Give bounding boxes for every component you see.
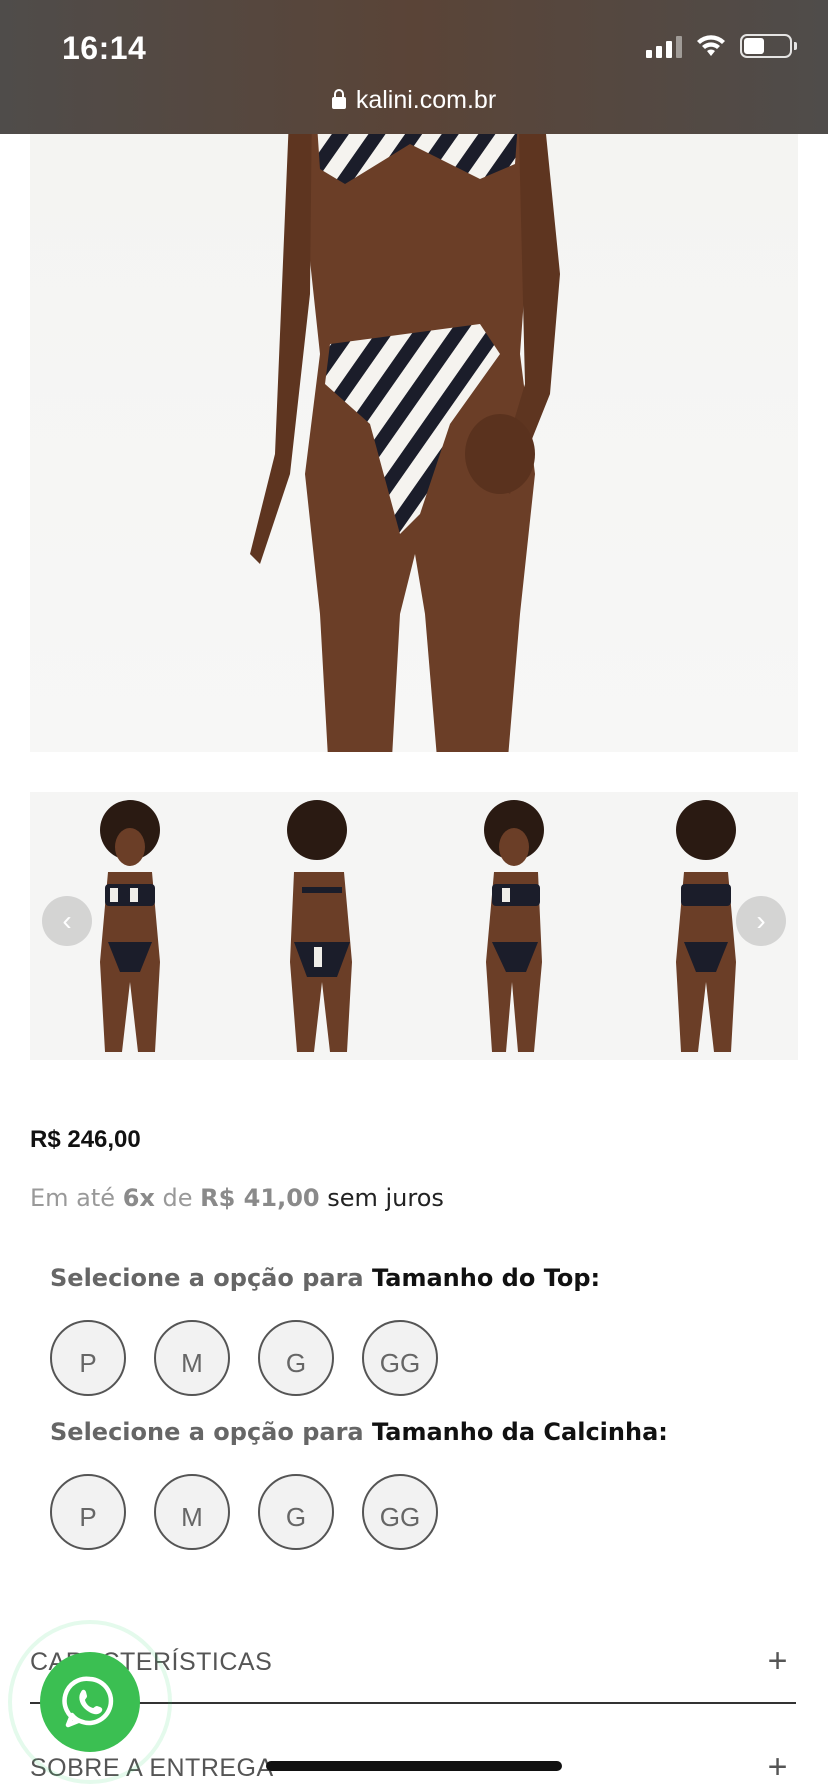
wifi-icon (697, 35, 725, 56)
address-bar[interactable]: kalini.com.br (0, 86, 828, 115)
top-size-g-button[interactable]: G (258, 1320, 334, 1396)
status-time: 16:14 (62, 30, 147, 66)
lock-icon (331, 89, 346, 109)
bottom-size-gg-button[interactable]: GG (362, 1474, 438, 1550)
whatsapp-button[interactable] (40, 1652, 140, 1752)
bottom-size-m-button[interactable]: M (154, 1474, 230, 1550)
top-size-p-button[interactable]: P (50, 1320, 126, 1396)
carousel-prev-button[interactable]: ‹ (42, 896, 92, 946)
carousel-next-button[interactable]: › (736, 896, 786, 946)
installments-suffix: sem juros (319, 1184, 444, 1212)
installments-prefix: Em até (30, 1184, 123, 1212)
bottom-size-label: Selecione a opção para Tamanho da Calcin… (50, 1418, 668, 1446)
cellular-signal-icon (646, 34, 682, 58)
chevron-left-icon: ‹ (62, 905, 72, 936)
bottom-size-label-prefix: Selecione a opção para (50, 1418, 372, 1446)
installments-count: 6x (122, 1184, 155, 1212)
top-size-m-button[interactable]: M (154, 1320, 230, 1396)
installments-amount: R$ 41,00 (200, 1184, 320, 1212)
bottom-size-g-button[interactable]: G (258, 1474, 334, 1550)
plus-icon: + (767, 1642, 788, 1680)
battery-icon (740, 34, 797, 58)
whatsapp-icon (62, 1676, 114, 1728)
installments-middle: de (154, 1184, 201, 1212)
top-size-gg-button[interactable]: GG (362, 1320, 438, 1396)
product-price: R$ 246,00 (30, 1126, 141, 1153)
bottom-size-label-name: Tamanho da Calcinha: (371, 1418, 668, 1446)
top-size-label: Selecione a opção para Tamanho do Top: (50, 1264, 600, 1292)
status-icons (646, 34, 797, 58)
top-size-label-name: Tamanho do Top: (371, 1264, 601, 1292)
top-size-label-prefix: Selecione a opção para (50, 1264, 372, 1292)
thumbnail-2[interactable] (222, 792, 422, 1060)
bottom-size-selector: P M G GG (50, 1474, 438, 1550)
installments-text: Em até 6x de R$ 41,00 sem juros (30, 1184, 444, 1212)
thumbnail-3[interactable] (414, 792, 614, 1060)
url-text: kalini.com.br (355, 86, 497, 114)
browser-top-bar: 16:14 kalini.com.br (0, 0, 828, 134)
plus-icon: + (767, 1748, 788, 1786)
product-main-image[interactable] (30, 134, 798, 752)
thumbnail-carousel (30, 792, 798, 1060)
top-size-selector: P M G GG (50, 1320, 438, 1396)
bottom-size-p-button[interactable]: P (50, 1474, 126, 1550)
model-photo (250, 134, 560, 752)
home-indicator (266, 1761, 562, 1771)
chevron-right-icon: › (756, 905, 766, 936)
